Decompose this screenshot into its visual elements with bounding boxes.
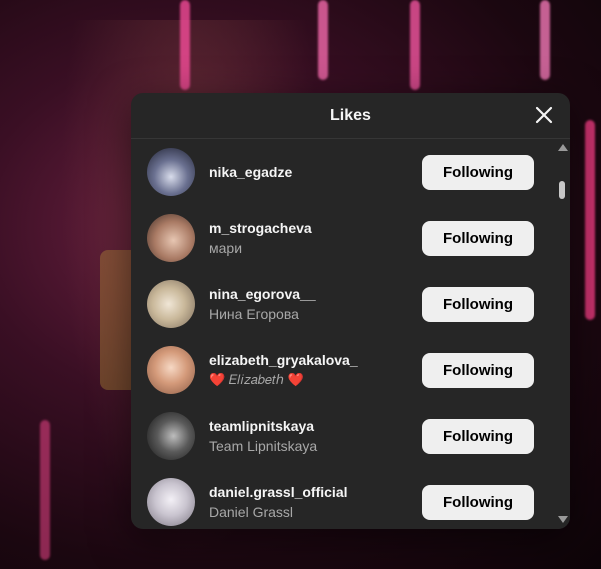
following-button[interactable]: Following [422, 154, 534, 190]
following-button[interactable]: Following [422, 352, 534, 388]
avatar[interactable] [147, 148, 195, 196]
username[interactable]: elizabeth_gryakalova_ [209, 352, 358, 368]
list-item: daniel.grassl_official Daniel Grassl Fol… [131, 469, 554, 529]
username[interactable]: teamlipnitskaya [209, 418, 317, 434]
light-beam [180, 0, 190, 90]
list-item: m_strogacheva мари Following [131, 205, 554, 271]
dialog-title: Likes [330, 106, 371, 124]
following-button[interactable]: Following [422, 286, 534, 322]
list-item: nina_egorova__ Нина Егорова Following [131, 271, 554, 337]
light-beam [40, 420, 50, 560]
dialog-header: Likes [131, 93, 570, 139]
light-beam [540, 0, 550, 80]
scrollbar[interactable] [554, 139, 570, 529]
following-button[interactable]: Following [422, 418, 534, 454]
list-item: nika_egadze Following [131, 139, 554, 205]
avatar[interactable] [147, 478, 195, 526]
scroll-thumb[interactable] [559, 181, 565, 199]
full-name: мари [209, 240, 243, 256]
username[interactable]: m_strogacheva [209, 220, 312, 236]
avatar[interactable] [147, 412, 195, 460]
scroll-down-arrow-icon[interactable] [558, 516, 568, 523]
full-name: Team Lipnitskaya [209, 438, 318, 454]
light-beam [318, 0, 328, 80]
close-button[interactable] [532, 103, 556, 127]
following-button[interactable]: Following [422, 484, 534, 520]
full-name: ❤️ 𝐸𝑙𝑖𝑧𝑎𝑏𝑒𝑡ℎ ❤️ [209, 372, 304, 387]
full-name: Нина Егорова [209, 306, 299, 322]
username[interactable]: nika_egadze [209, 164, 292, 180]
following-button[interactable]: Following [422, 220, 534, 256]
light-beam [410, 0, 420, 90]
list-item: elizabeth_gryakalova_ ❤️ 𝐸𝑙𝑖𝑧𝑎𝑏𝑒𝑡ℎ ❤️ Fo… [131, 337, 554, 403]
avatar[interactable] [147, 214, 195, 262]
username[interactable]: daniel.grassl_official [209, 484, 348, 500]
scroll-up-arrow-icon[interactable] [558, 144, 568, 151]
avatar[interactable] [147, 346, 195, 394]
likes-list: nika_egadze Following m_strogacheva мари… [131, 139, 554, 529]
close-icon [535, 106, 553, 124]
username[interactable]: nina_egorova__ [209, 286, 316, 302]
full-name: Daniel Grassl [209, 504, 294, 520]
likes-dialog: Likes nika_egadze Following m_strogachev… [131, 93, 570, 529]
avatar[interactable] [147, 280, 195, 328]
light-beam [585, 120, 595, 320]
list-item: teamlipnitskaya Team Lipnitskaya Followi… [131, 403, 554, 469]
